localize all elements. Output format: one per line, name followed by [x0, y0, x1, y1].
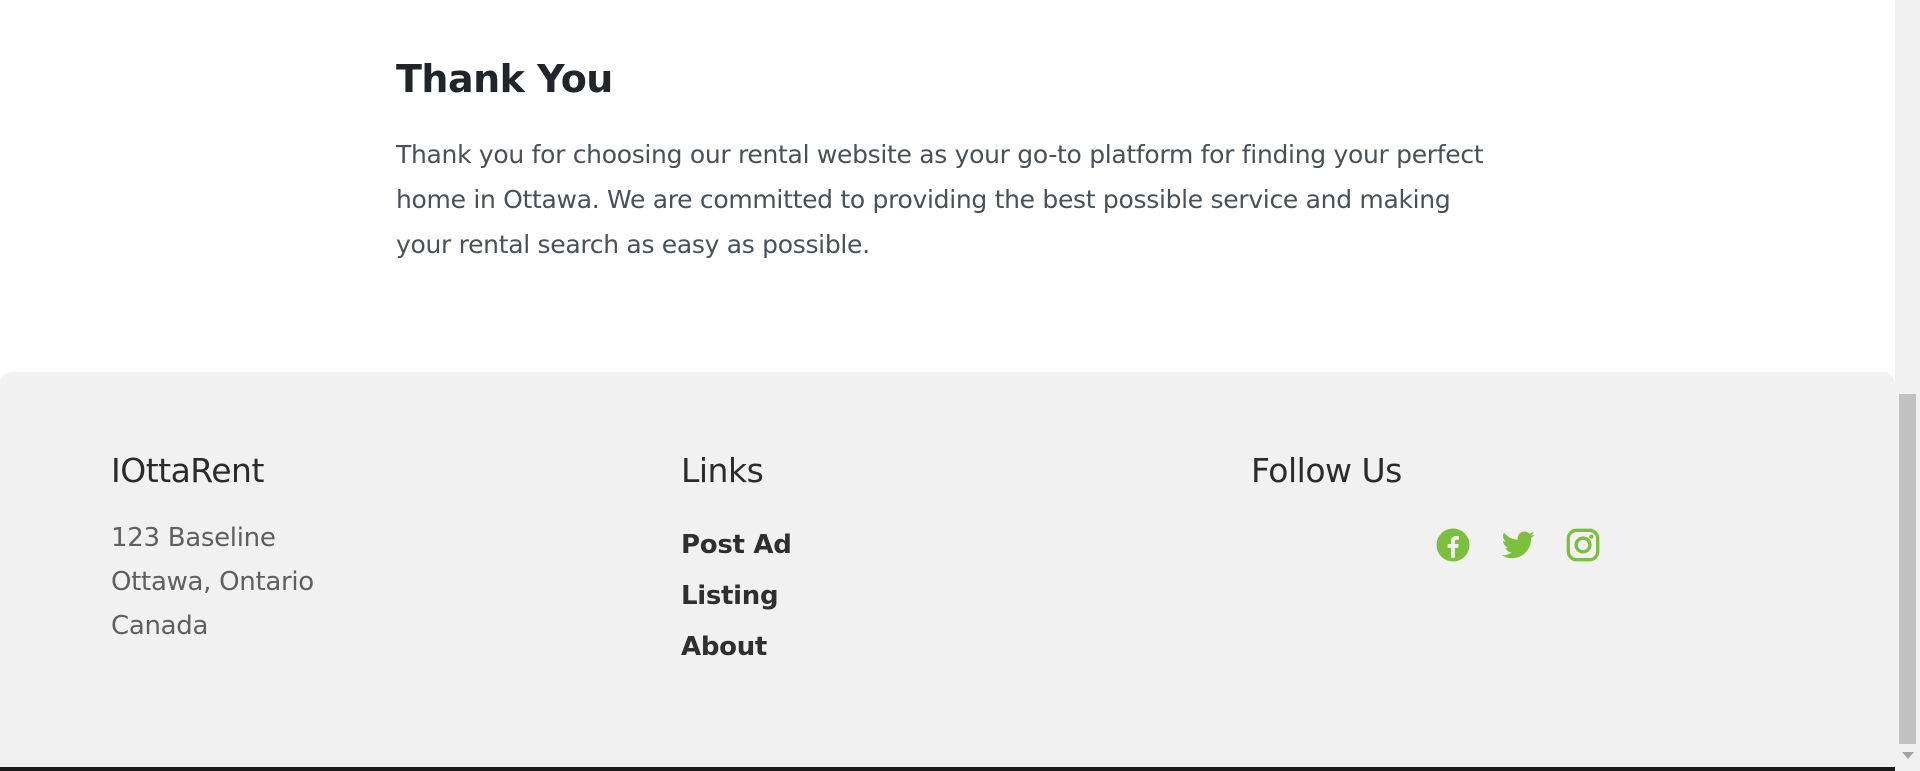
scroll-down-arrow-icon[interactable]: [1902, 752, 1914, 759]
site-footer: IOttaRent 123 Baseline Ottawa, Ontario C…: [0, 372, 1895, 771]
bottom-edge-divider: [0, 767, 1895, 771]
footer-social-title: Follow Us: [1251, 451, 1402, 490]
footer-brand-title: IOttaRent: [111, 451, 264, 490]
facebook-icon[interactable]: [1435, 527, 1471, 563]
address-line: 123 Baseline: [111, 523, 276, 553]
instagram-icon[interactable]: [1565, 527, 1601, 563]
footer-links-column: Links Post Ad Listing About: [681, 448, 792, 676]
footer-link-post-ad[interactable]: Post Ad: [681, 516, 792, 574]
address-line: Canada: [111, 611, 209, 641]
page: Thank You Thank you for choosing our ren…: [0, 0, 1920, 771]
vertical-scrollbar[interactable]: [1895, 0, 1920, 771]
footer-links-nav: Post Ad Listing About: [681, 516, 792, 676]
footer-address: 123 Baseline Ottawa, Ontario Canada: [111, 516, 314, 648]
footer-social-column: Follow Us: [1251, 448, 1811, 562]
thank-you-section: Thank You Thank you for choosing our ren…: [396, 50, 1506, 267]
thank-you-text: Thank you for choosing our rental websit…: [396, 140, 1484, 259]
thank-you-heading: Thank You: [396, 57, 613, 101]
footer-links-title: Links: [681, 451, 764, 490]
social-icons: [1435, 527, 1601, 563]
twitter-icon[interactable]: [1500, 527, 1536, 563]
page-viewport: Thank You Thank you for choosing our ren…: [0, 0, 1895, 771]
footer-brand-column: IOttaRent 123 Baseline Ottawa, Ontario C…: [111, 448, 314, 648]
address-line: Ottawa, Ontario: [111, 567, 314, 597]
footer-link-listing[interactable]: Listing: [681, 567, 792, 625]
scrollbar-thumb[interactable]: [1899, 394, 1916, 744]
footer-link-about[interactable]: About: [681, 618, 792, 676]
